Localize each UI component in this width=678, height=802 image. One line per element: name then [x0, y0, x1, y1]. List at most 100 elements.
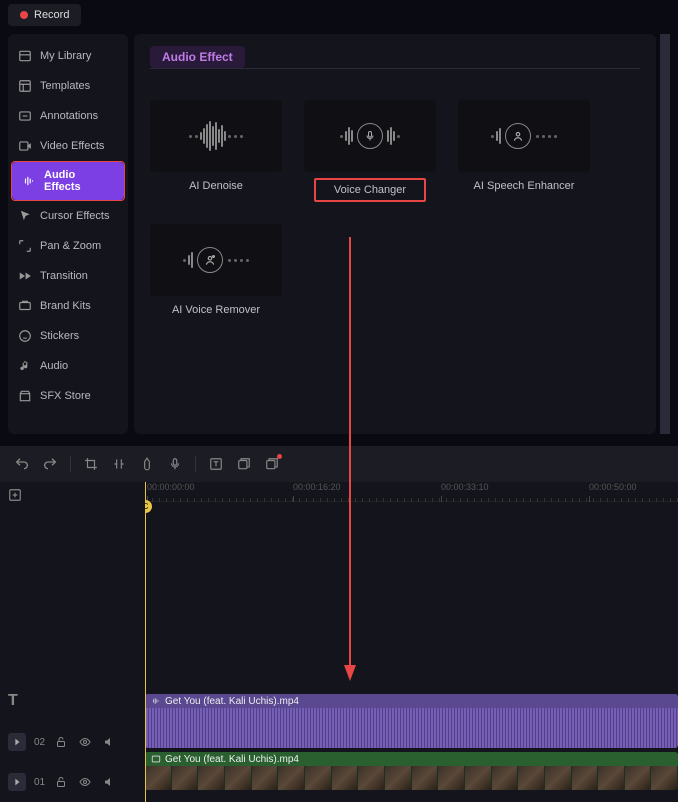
sidebar-item-sfx-store[interactable]: SFX Store	[8, 382, 128, 410]
speech-enhancer-icon	[490, 123, 558, 149]
person-remove-icon	[197, 247, 223, 273]
effect-label: AI Denoise	[183, 178, 249, 194]
mic-button[interactable]	[163, 452, 187, 476]
layers-button[interactable]	[232, 452, 256, 476]
sidebar-item-label: Brand Kits	[40, 300, 91, 312]
sidebar-item-my-library[interactable]: My Library	[8, 42, 128, 70]
effect-thumb	[150, 224, 282, 296]
panel-title: Audio Effect	[150, 46, 245, 68]
split-button[interactable]	[107, 452, 131, 476]
audio-icon	[18, 359, 32, 373]
spacer	[0, 508, 145, 680]
sfx-store-icon	[18, 389, 32, 403]
track-area[interactable]: 00:00:00:00 00:00:16:20 00:00:33:10 00:0…	[145, 482, 678, 802]
audio-clip[interactable]: Get You (feat. Kali Uchis).mp4	[145, 694, 678, 748]
topbar: Record	[0, 0, 678, 30]
sidebar-item-label: Stickers	[40, 330, 79, 342]
track-number: 02	[34, 737, 45, 748]
sidebar-item-audio[interactable]: Audio	[8, 352, 128, 380]
effects-button[interactable]	[260, 452, 284, 476]
sidebar-item-label: Transition	[40, 270, 88, 282]
templates-icon	[18, 79, 32, 93]
time-ruler[interactable]: 00:00:00:00 00:00:16:20 00:00:33:10 00:0…	[145, 482, 678, 502]
clip-header: Get You (feat. Kali Uchis).mp4	[145, 752, 678, 766]
brand-kits-icon	[18, 299, 32, 313]
lock-button[interactable]	[53, 774, 69, 790]
mic-icon	[357, 123, 383, 149]
stickers-icon	[18, 329, 32, 343]
sidebar-item-transition[interactable]: Transition	[8, 262, 128, 290]
video-thumbnails	[145, 766, 678, 790]
record-button[interactable]: Record	[8, 4, 81, 26]
mute-button[interactable]	[101, 774, 117, 790]
effect-thumb	[458, 100, 590, 172]
sidebar-item-label: Annotations	[40, 110, 98, 122]
ruler-tick: 00:00:50:00	[589, 482, 637, 492]
video-track-icon	[8, 773, 26, 791]
sidebar-item-label: Audio	[40, 360, 68, 372]
annotations-icon	[18, 109, 32, 123]
video-effects-icon	[18, 139, 32, 153]
video-clip-icon	[151, 754, 161, 764]
visibility-button[interactable]	[77, 734, 93, 750]
effect-ai-speech-enhancer[interactable]: AI Speech Enhancer	[458, 100, 590, 202]
effect-thumb	[150, 100, 282, 172]
pan-zoom-icon	[18, 239, 32, 253]
marker-button[interactable]	[135, 452, 159, 476]
crop-button[interactable]	[79, 452, 103, 476]
voice-changer-icon	[339, 123, 401, 149]
sidebar-item-brand-kits[interactable]: Brand Kits	[8, 292, 128, 320]
panel-gap	[0, 438, 678, 446]
sidebar-item-pan-zoom[interactable]: Pan & Zoom	[8, 232, 128, 260]
effect-label: AI Speech Enhancer	[468, 178, 581, 194]
mute-button[interactable]	[101, 734, 117, 750]
add-track-button[interactable]	[0, 482, 145, 508]
effect-label: Voice Changer	[314, 178, 426, 202]
visibility-button[interactable]	[77, 774, 93, 790]
sidebar-item-label: Templates	[40, 80, 90, 92]
cursor-effects-icon	[18, 209, 32, 223]
timeline-toolbar	[0, 446, 678, 482]
effect-ai-voice-remover[interactable]: AI Voice Remover	[150, 224, 282, 318]
person-icon	[505, 123, 531, 149]
clip-name: Get You (feat. Kali Uchis).mp4	[165, 754, 299, 765]
track-header-01: 01	[0, 762, 145, 802]
sidebar-item-stickers[interactable]: Stickers	[8, 322, 128, 350]
effect-voice-changer[interactable]: Voice Changer	[304, 100, 436, 202]
timeline: T 02 01 00:00:00:00 00:00:16:20 00:00:33…	[0, 482, 678, 802]
separator	[70, 456, 71, 472]
sidebar-item-label: SFX Store	[40, 390, 91, 402]
undo-button[interactable]	[10, 452, 34, 476]
sidebar-item-label: My Library	[40, 50, 91, 62]
sidebar-item-audio-effects[interactable]: Audio Effects	[12, 162, 124, 200]
effects-panel: Audio Effect AI Denoise	[134, 34, 656, 434]
record-dot-icon	[20, 11, 28, 19]
text-tool-button[interactable]: T	[0, 680, 145, 722]
sidebar-item-templates[interactable]: Templates	[8, 72, 128, 100]
ruler-tick: 00:00:00:00	[147, 482, 195, 492]
playhead[interactable]: C	[145, 482, 146, 802]
divider	[150, 68, 640, 69]
sidebar-item-annotations[interactable]: Annotations	[8, 102, 128, 130]
sidebar-item-cursor-effects[interactable]: Cursor Effects	[8, 202, 128, 230]
ruler-tick: 00:00:33:10	[441, 482, 489, 492]
audio-waveform	[145, 708, 678, 748]
track-header-02: 02	[0, 722, 145, 762]
effect-label: AI Voice Remover	[166, 302, 266, 318]
lock-button[interactable]	[53, 734, 69, 750]
transition-icon	[18, 269, 32, 283]
library-icon	[18, 49, 32, 63]
clip-name: Get You (feat. Kali Uchis).mp4	[165, 696, 299, 707]
effect-ai-denoise[interactable]: AI Denoise	[150, 100, 282, 202]
record-label: Record	[34, 9, 69, 21]
right-panel-edge	[660, 34, 670, 434]
text-button[interactable]	[204, 452, 228, 476]
sidebar: My Library Templates Annotations Video E…	[8, 34, 128, 434]
voice-remover-icon	[182, 247, 250, 273]
video-clip[interactable]: Get You (feat. Kali Uchis).mp4	[145, 752, 678, 790]
redo-button[interactable]	[38, 452, 62, 476]
audio-clip-icon	[151, 696, 161, 706]
sidebar-item-video-effects[interactable]: Video Effects	[8, 132, 128, 160]
audio-track-icon	[8, 733, 26, 751]
sidebar-item-label: Audio Effects	[44, 169, 114, 193]
